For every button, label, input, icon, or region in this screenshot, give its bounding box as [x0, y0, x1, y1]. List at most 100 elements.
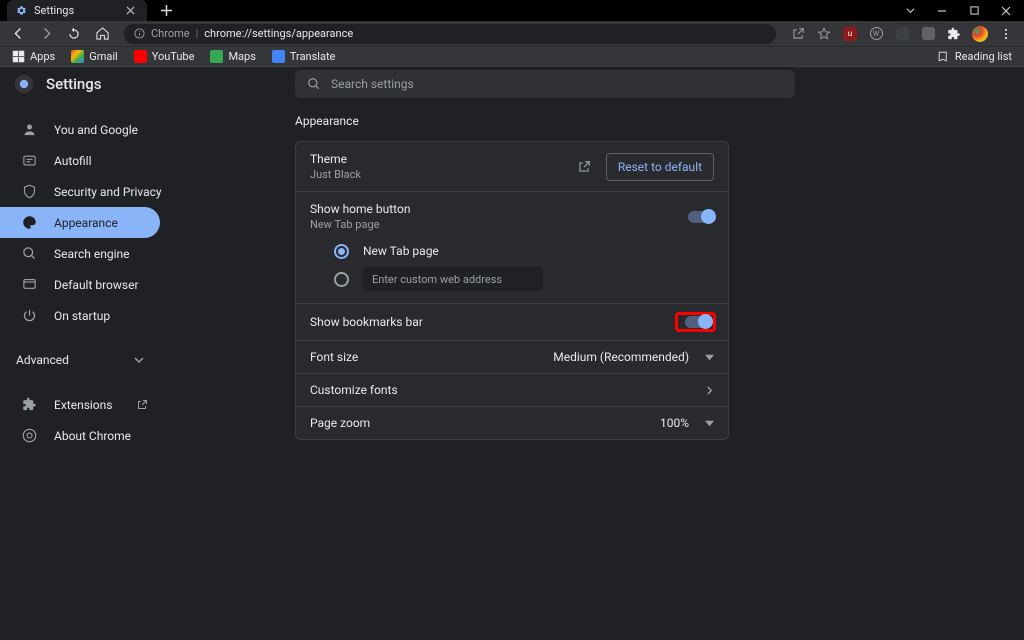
settings-page: Settings Search settings You and Google …: [0, 67, 1024, 640]
select-value: Medium (Recommended): [553, 350, 689, 364]
bookmark-apps[interactable]: Apps: [6, 48, 61, 65]
autofill-icon: [22, 153, 37, 168]
bookmark-gmail[interactable]: Gmail: [65, 48, 123, 65]
bookmarks-bar: Apps Gmail YouTube Maps Translate Readin…: [0, 47, 1024, 67]
row-label: Page zoom: [310, 416, 370, 430]
settings-sidebar: You and Google Autofill Security and Pri…: [0, 100, 160, 640]
bookmark-label: Maps: [228, 50, 255, 63]
bookmark-label: Gmail: [89, 50, 117, 63]
sidebar-item-label: You and Google: [54, 123, 138, 137]
sidebar-item-on-startup[interactable]: On startup: [0, 300, 160, 331]
new-tab-button[interactable]: [157, 2, 175, 20]
row-value: New Tab page: [310, 218, 410, 231]
bookmark-label: YouTube: [152, 50, 195, 63]
search-placeholder: Search settings: [331, 77, 414, 91]
nav-bar: Chrome | chrome://settings/appearance u …: [0, 21, 1024, 47]
kebab-menu-icon[interactable]: [994, 22, 1018, 46]
ext-badge-ub[interactable]: u: [838, 22, 862, 46]
shield-icon: [22, 184, 37, 199]
browser-icon: [22, 277, 37, 292]
sidebar-item-label: Extensions: [54, 398, 112, 412]
reset-to-default-button[interactable]: Reset to default: [606, 153, 714, 181]
sidebar-item-extensions[interactable]: Extensions: [0, 389, 160, 420]
person-icon: [22, 122, 37, 137]
font-size-row[interactable]: Font size Medium (Recommended): [296, 341, 728, 374]
window-minimize-icon[interactable]: [928, 0, 956, 21]
search-icon: [22, 246, 37, 261]
show-bookmarks-toggle[interactable]: [685, 316, 711, 328]
settings-main: Appearance Theme Just Black Reset to def…: [160, 100, 1024, 640]
profile-avatar[interactable]: [968, 22, 992, 46]
back-icon[interactable]: [6, 22, 30, 46]
reload-icon[interactable]: [62, 22, 86, 46]
sidebar-item-default-browser[interactable]: Default browser: [0, 269, 160, 300]
site-info-icon[interactable]: [134, 28, 145, 39]
ext-badge-generic1[interactable]: [890, 22, 914, 46]
search-icon: [307, 77, 321, 91]
sidebar-item-search-engine[interactable]: Search engine: [0, 238, 160, 269]
sidebar-item-label: On startup: [54, 309, 110, 323]
omnibox[interactable]: Chrome | chrome://settings/appearance: [124, 24, 776, 44]
dropdown-caret-icon: [705, 419, 714, 428]
sidebar-item-label: Default browser: [54, 278, 139, 292]
row-label: Show home button: [310, 202, 410, 216]
open-in-store-icon[interactable]: [577, 160, 591, 174]
sidebar-item-autofill[interactable]: Autofill: [0, 145, 160, 176]
page-title: Settings: [46, 75, 102, 93]
radio-custom-url[interactable]: [334, 265, 714, 293]
home-icon[interactable]: [90, 22, 114, 46]
power-icon: [22, 308, 37, 323]
sidebar-item-label: About Chrome: [54, 429, 131, 443]
bookmark-maps[interactable]: Maps: [204, 48, 261, 65]
external-link-icon: [136, 399, 148, 411]
bookmark-label: Translate: [290, 50, 336, 63]
chevron-down-icon[interactable]: [896, 0, 924, 21]
show-home-toggle[interactable]: [688, 211, 714, 223]
ext-badge-generic2[interactable]: [916, 22, 940, 46]
sidebar-item-label: Security and Privacy: [54, 185, 162, 199]
sidebar-item-appearance[interactable]: Appearance: [0, 207, 160, 238]
forward-icon[interactable]: [34, 22, 58, 46]
sidebar-item-label: Search engine: [54, 247, 129, 261]
sidebar-item-security[interactable]: Security and Privacy: [0, 176, 160, 207]
chevron-right-icon: [705, 386, 714, 395]
custom-url-input[interactable]: [363, 267, 543, 291]
row-value: Just Black: [310, 168, 361, 181]
tab-title: Settings: [34, 4, 74, 17]
select-value: 100%: [660, 416, 689, 430]
sidebar-item-about[interactable]: About Chrome: [0, 420, 160, 451]
row-label: Customize fonts: [310, 383, 398, 397]
tab-close-icon[interactable]: [123, 4, 137, 18]
bookmark-youtube[interactable]: YouTube: [128, 48, 201, 65]
sidebar-advanced[interactable]: Advanced: [0, 346, 160, 374]
radio-icon: [334, 244, 349, 259]
row-label: Theme: [310, 152, 361, 166]
chevron-down-icon: [134, 355, 144, 365]
window-maximize-icon[interactable]: [960, 0, 988, 21]
radio-new-tab[interactable]: New Tab page: [334, 237, 714, 265]
show-home-row: Show home button New Tab page New Tab pa…: [296, 192, 728, 304]
extensions-puzzle-icon[interactable]: [942, 22, 966, 46]
radio-icon: [334, 272, 349, 287]
sidebar-item-label: Appearance: [54, 216, 118, 230]
radio-label: New Tab page: [363, 244, 439, 258]
palette-icon: [22, 215, 37, 230]
window-close-icon[interactable]: [992, 0, 1020, 21]
sidebar-item-you-and-google[interactable]: You and Google: [0, 114, 160, 145]
reading-list-button[interactable]: Reading list: [931, 48, 1018, 65]
omnibox-url: chrome://settings/appearance: [204, 27, 353, 40]
ext-badge-w[interactable]: W: [864, 22, 888, 46]
reading-list-label: Reading list: [955, 50, 1012, 63]
customize-fonts-row[interactable]: Customize fonts: [296, 374, 728, 407]
share-icon[interactable]: [786, 22, 810, 46]
browser-tab[interactable]: Settings: [7, 0, 147, 21]
bookmark-label: Apps: [30, 50, 55, 63]
sidebar-item-label: Advanced: [16, 353, 69, 367]
row-label: Show bookmarks bar: [310, 315, 423, 329]
show-bookmarks-row: Show bookmarks bar: [296, 304, 728, 341]
page-zoom-row[interactable]: Page zoom 100%: [296, 407, 728, 439]
bookmark-translate[interactable]: Translate: [266, 48, 342, 65]
chrome-logo-icon: [14, 74, 34, 94]
bookmark-star-icon[interactable]: [812, 22, 836, 46]
search-settings[interactable]: Search settings: [295, 70, 795, 98]
